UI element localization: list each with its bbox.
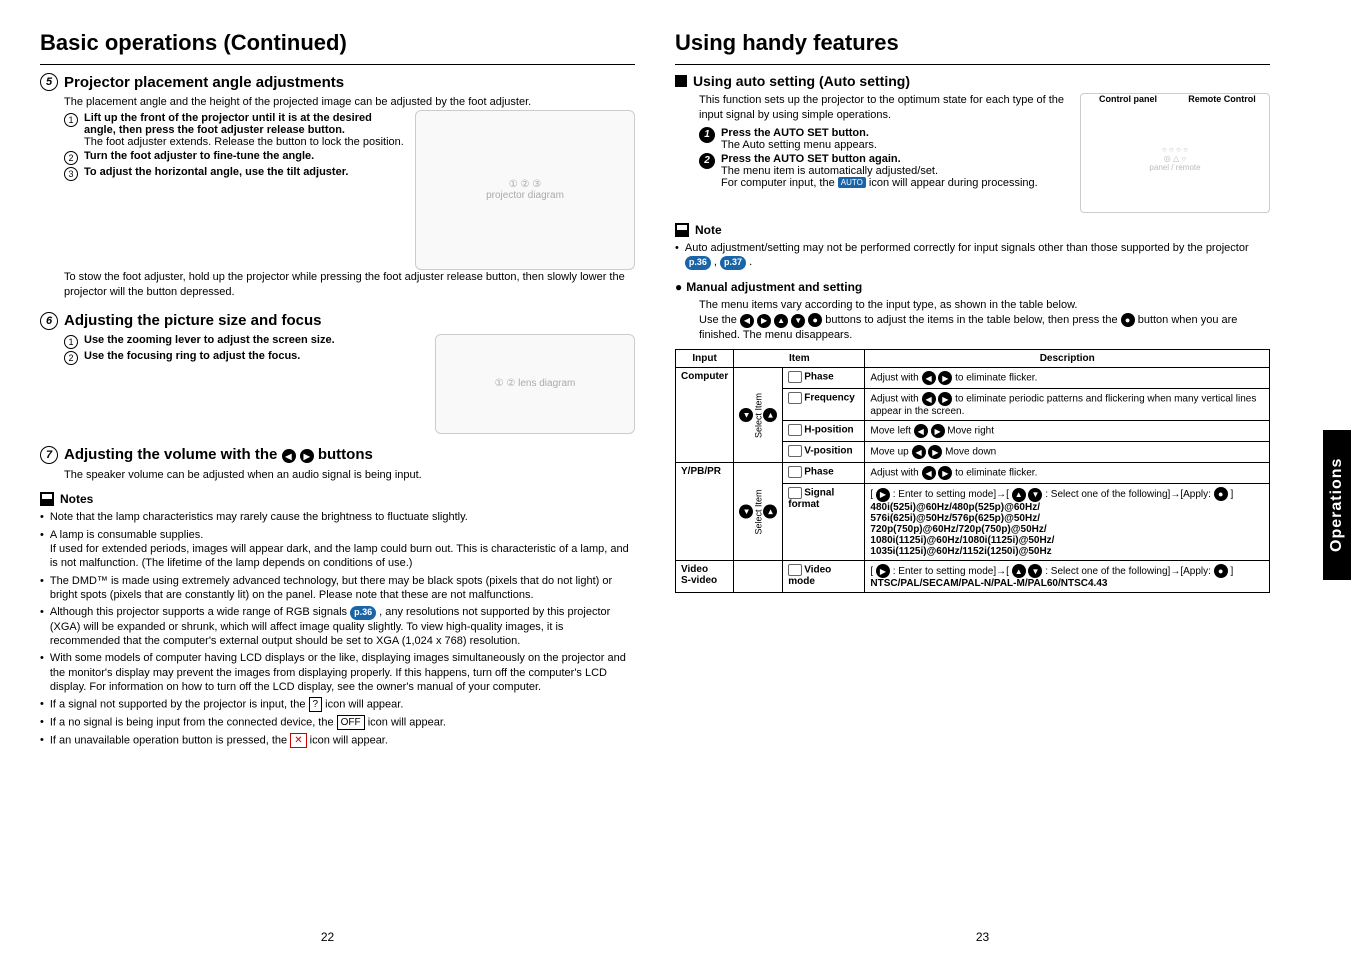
auto-setting-heading: Using auto setting (Auto setting)	[675, 73, 1270, 89]
vol-left-icon: ◀	[282, 449, 296, 463]
right-arrow-icon: ▶	[757, 314, 771, 328]
step-7-icon: 7	[40, 446, 58, 464]
off-icon: OFF	[337, 715, 365, 730]
section-5-title: 5 Projector placement angle adjustments	[40, 73, 635, 91]
s6-step2: 2Use the focusing ring to adjust the foc…	[64, 350, 425, 364]
question-icon: ?	[309, 697, 323, 712]
vol-right-icon: ▶	[300, 449, 314, 463]
manual-p1: The menu items vary according to the inp…	[699, 298, 1270, 313]
section-7-title: 7 Adjusting the volume with the ◀ ▶ butt…	[40, 446, 635, 464]
auto-step1: 1Press the AUTO SET button.The Auto sett…	[699, 127, 1072, 151]
auto-step2: 2Press the AUTO SET button again.The men…	[699, 153, 1072, 189]
right-heading: Using handy features	[675, 30, 1270, 56]
section-5-intro: The placement angle and the height of th…	[64, 95, 635, 110]
note-header: Note	[675, 223, 1270, 237]
step-6-icon: 6	[40, 312, 58, 330]
section-6-title: 6 Adjusting the picture size and focus	[40, 312, 635, 330]
x-icon: ✕	[290, 733, 306, 748]
page-ref-36b: p.36	[685, 256, 711, 270]
page-ref-37: p.37	[720, 256, 746, 270]
adjustment-table: Input Item Description Computer ▲Select …	[675, 349, 1270, 593]
s5-step1: 1Lift up the front of the projector unti…	[64, 112, 405, 148]
section-5-label: Projector placement angle adjustments	[64, 74, 344, 91]
rule	[40, 64, 635, 65]
s6-step1: 1Use the zooming lever to adjust the scr…	[64, 334, 425, 348]
left-arrow-icon: ◀	[740, 314, 754, 328]
rule	[675, 64, 1270, 65]
up-arrow-icon: ▲	[774, 314, 788, 328]
notes-header: Notes	[40, 492, 635, 506]
left-heading: Basic operations (Continued)	[40, 30, 635, 56]
down-arrow-icon: ▼	[791, 314, 805, 328]
right-page: Using handy features Using auto setting …	[655, 0, 1310, 954]
s5-step3: 3To adjust the horizontal angle, use the…	[64, 166, 405, 180]
manual-heading: Manual adjustment and setting	[675, 280, 1270, 294]
step-5-icon: 5	[40, 73, 58, 91]
s7-intro: The speaker volume can be adjusted when …	[64, 468, 635, 483]
s5-footer: To stow the foot adjuster, hold up the p…	[64, 270, 635, 300]
right-page-number: 23	[976, 930, 989, 944]
enter-icon: ●	[808, 313, 822, 327]
left-page-number: 22	[321, 930, 334, 944]
focus-illustration: ① ② lens diagram	[435, 334, 635, 434]
enter-icon-2: ●	[1121, 313, 1135, 327]
manual-p2: Use the ◀ ▶ ▲ ▼ ● buttons to adjust the …	[699, 313, 1270, 343]
square-bullet-icon	[675, 75, 687, 87]
page-ref-36: p.36	[350, 606, 376, 620]
left-page: Basic operations (Continued) 5 Projector…	[0, 0, 655, 954]
auto-note: Auto adjustment/setting may not be perfo…	[675, 241, 1270, 270]
section-7-label: Adjusting the volume with the ◀ ▶ button…	[64, 446, 373, 464]
control-diagram: Control panelRemote Control ○ ○ ○ ○◎ △ ○…	[1080, 93, 1270, 213]
projector-angle-illustration: ① ② ③projector diagram	[415, 110, 635, 270]
notes-list: Note that the lamp characteristics may r…	[40, 510, 635, 748]
section-6-label: Adjusting the picture size and focus	[64, 312, 322, 329]
auto-icon: AUTO	[838, 177, 866, 188]
s5-step2: 2Turn the foot adjuster to fine-tune the…	[64, 150, 405, 164]
side-tab-operations: Operations	[1323, 430, 1351, 580]
